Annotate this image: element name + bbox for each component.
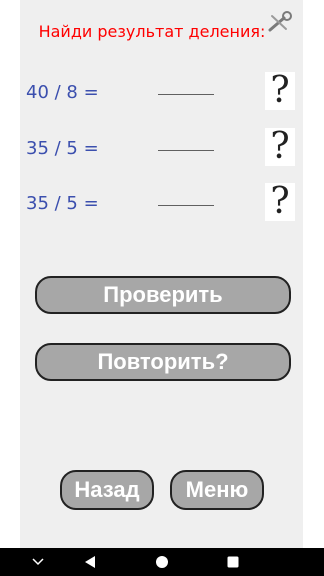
problem-expression: 35 / 5 =	[26, 193, 99, 214]
question-mark-icon[interactable]: ?	[265, 183, 295, 221]
triangle-back-icon[interactable]	[84, 555, 96, 569]
problem-row: 35 / 5 = ?	[20, 128, 303, 168]
back-button[interactable]: Назад	[60, 470, 154, 510]
chevron-down-icon[interactable]	[32, 557, 44, 567]
problem-row: 35 / 5 = ?	[20, 183, 303, 223]
settings-icon[interactable]	[266, 10, 296, 34]
repeat-button[interactable]: Повторить?	[35, 343, 291, 381]
menu-button[interactable]: Меню	[170, 470, 264, 510]
question-mark-icon[interactable]: ?	[265, 72, 295, 110]
answer-field[interactable]	[158, 205, 214, 206]
check-button[interactable]: Проверить	[35, 276, 291, 314]
wrench-screwdriver-icon	[268, 11, 292, 32]
problem-expression: 35 / 5 =	[26, 138, 99, 159]
answer-field[interactable]	[158, 150, 214, 151]
circle-home-icon[interactable]	[155, 555, 169, 569]
question-mark-icon[interactable]: ?	[265, 128, 295, 166]
system-nav-bar	[0, 548, 324, 576]
answer-field[interactable]	[158, 94, 214, 95]
square-recents-icon[interactable]	[227, 556, 239, 568]
page-title: Найди результат деления:	[38, 22, 266, 41]
problem-expression: 40 / 8 =	[26, 82, 99, 103]
problem-row: 40 / 8 = ?	[20, 72, 303, 112]
